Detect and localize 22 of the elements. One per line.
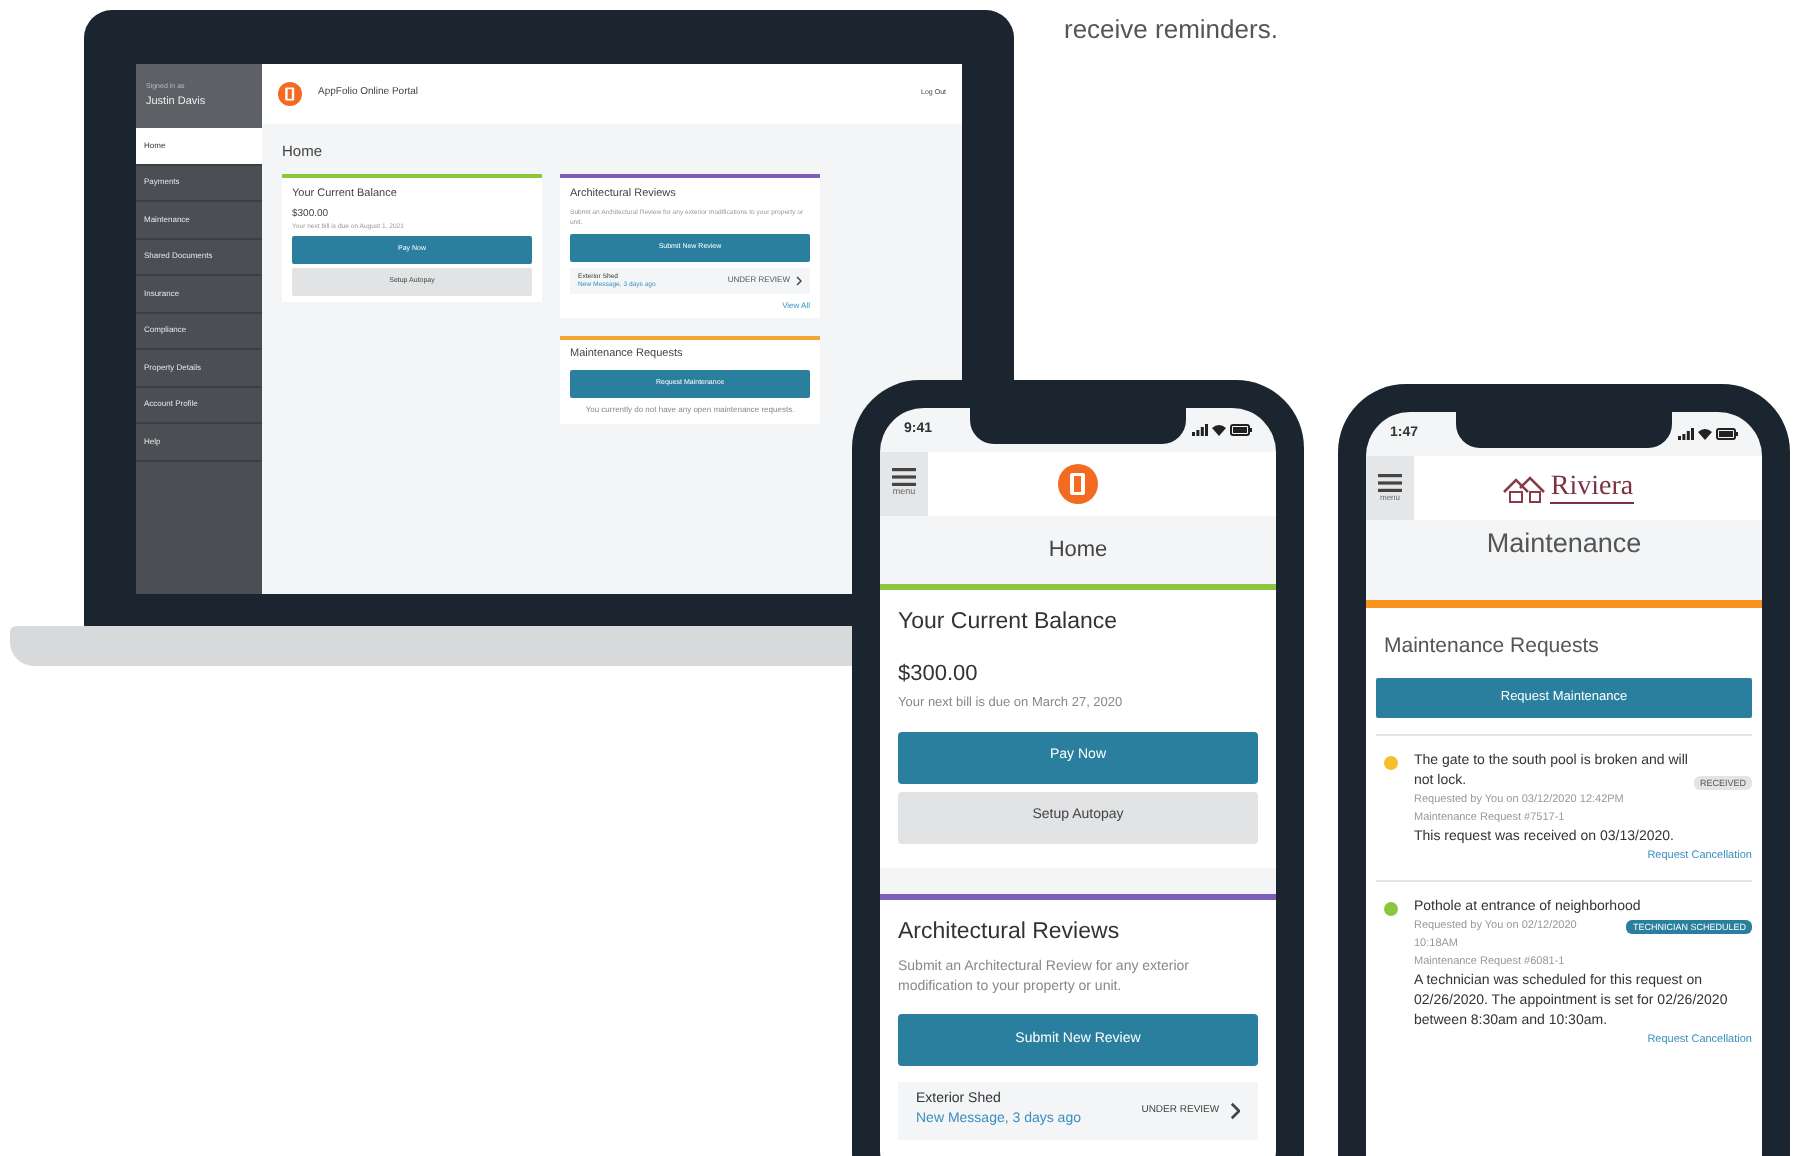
request-item[interactable] — [1376, 880, 1752, 1049]
wifi-icon — [1698, 428, 1712, 440]
wifi-icon — [1212, 424, 1226, 436]
card-title: Architectural Reviews — [898, 917, 1122, 947]
chevron-right-icon — [796, 275, 802, 286]
intro-text: receive reminders. — [1064, 12, 1278, 48]
menu-icon — [1378, 473, 1402, 491]
battery-icon — [1230, 424, 1252, 436]
door-logo-icon — [1058, 464, 1098, 504]
door-logo-icon — [278, 82, 302, 106]
houses-logo-icon — [1502, 475, 1547, 503]
brand-name: Riviera — [1550, 473, 1634, 503]
chevron-right-icon — [1229, 1101, 1240, 1120]
signal-icon — [1678, 428, 1694, 440]
balance-amount: $300.00 — [898, 660, 980, 691]
page-title: Maintenance — [1484, 526, 1644, 562]
menu-icon — [892, 468, 916, 487]
card-title: Maintenance Requests — [1382, 632, 1601, 662]
page-title: Home — [1046, 535, 1110, 566]
battery-icon — [1716, 428, 1738, 440]
signal-icon — [1192, 424, 1208, 436]
card-title: Your Current Balance — [898, 608, 1120, 638]
